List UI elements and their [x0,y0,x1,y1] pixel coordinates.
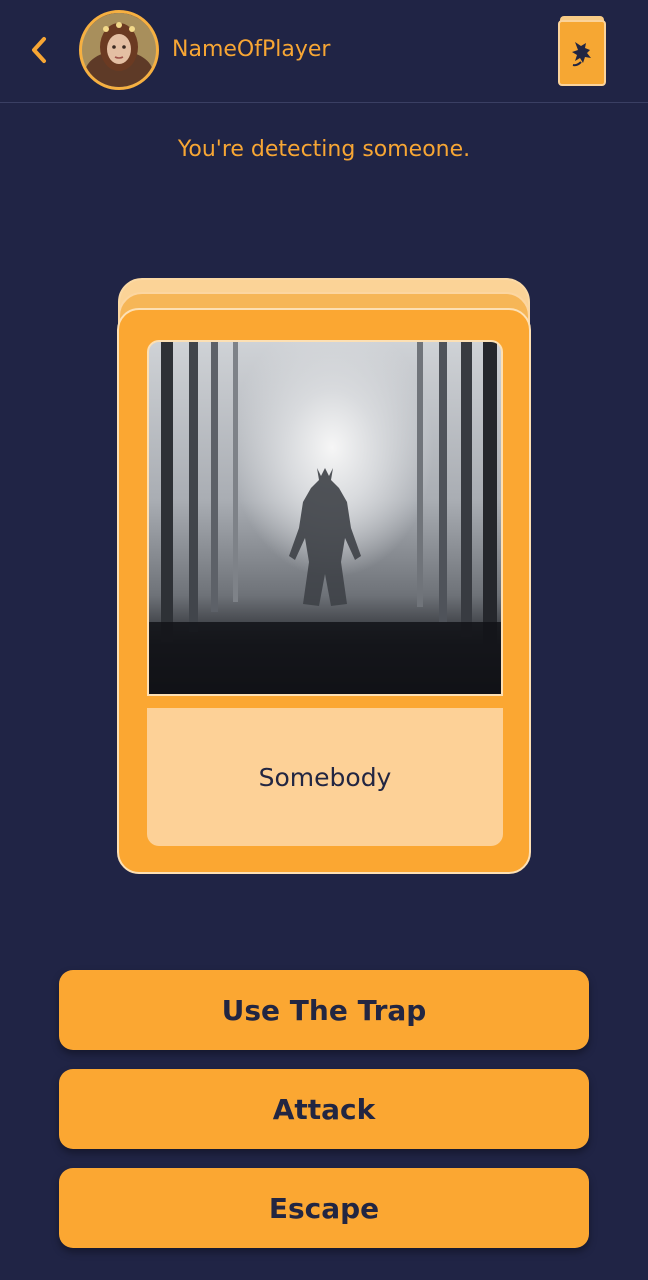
avatar-portrait [82,13,156,87]
dragon-icon [572,42,591,67]
player-avatar[interactable] [79,10,159,90]
creature-in-forest-image [149,342,501,694]
header: NameOfPlayer [0,0,648,103]
attack-button[interactable]: Attack [59,1069,589,1149]
card-image [147,340,503,696]
back-button[interactable] [22,32,56,68]
card-deck-button[interactable] [558,16,606,86]
use-trap-button[interactable]: Use The Trap [59,970,589,1050]
encounter-card[interactable]: Somebody [117,308,531,874]
status-message: You're detecting someone. [177,137,471,162]
player-name: NameOfPlayer [172,37,331,62]
card-name: Somebody [147,708,503,846]
chevron-left-icon [32,37,46,63]
deck-front-card [558,20,606,86]
escape-button[interactable]: Escape [59,1168,589,1248]
app-screen: NameOfPlayer You're detecting someone. S… [0,0,648,1280]
